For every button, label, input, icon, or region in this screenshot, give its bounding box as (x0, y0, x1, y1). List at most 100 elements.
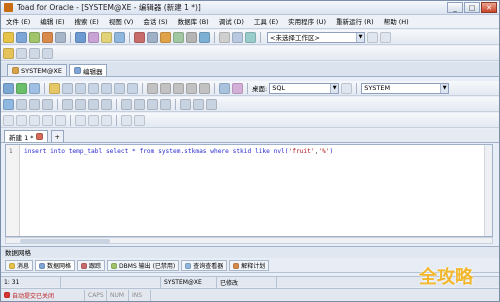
format-icon[interactable] (173, 82, 184, 94)
tab-data-grid[interactable]: 数据网格 (35, 260, 76, 271)
print-icon[interactable] (88, 82, 99, 94)
nav-back-icon[interactable] (16, 47, 27, 59)
upper-case-icon[interactable] (62, 98, 73, 110)
toggle-icon-9[interactable] (121, 114, 132, 126)
find-icon[interactable] (88, 98, 99, 110)
desktop-select[interactable]: SQL ▼ (269, 82, 340, 94)
menu-search[interactable]: 搜索 (E) (70, 15, 104, 29)
desktop-save-icon[interactable] (341, 82, 353, 94)
menu-view[interactable]: 视图 (V) (104, 15, 139, 29)
add-tab-button[interactable]: + (50, 130, 64, 142)
replace-icon[interactable] (101, 98, 112, 110)
toggle-icon-6[interactable] (75, 114, 86, 126)
tune-icon[interactable] (232, 82, 243, 94)
workspace-select[interactable]: <未选择工作区> ▼ (267, 31, 365, 43)
uncomment-icon[interactable] (199, 82, 210, 94)
toggle-icon-7[interactable] (88, 114, 99, 126)
scroll-thumb[interactable] (20, 239, 110, 243)
tab-explain-plan[interactable]: 解释计划 (229, 260, 270, 271)
options-icon[interactable] (219, 31, 230, 43)
bookmark-toggle-icon[interactable] (206, 98, 217, 110)
toggle-icon-10[interactable] (134, 114, 145, 126)
menu-database[interactable]: 数据库 (B) (173, 15, 214, 29)
import-icon[interactable] (173, 31, 184, 43)
grid-icon[interactable] (75, 31, 86, 43)
schema-browser-icon[interactable] (16, 31, 27, 43)
export-icon[interactable] (160, 31, 171, 43)
sql-editor[interactable]: 1 insert into temp_tabl select * from sy… (5, 144, 493, 237)
toggle-icon-8[interactable] (101, 114, 112, 126)
snippet-icon[interactable] (147, 98, 158, 110)
pin-icon[interactable] (380, 31, 391, 43)
new-tab-icon[interactable] (3, 98, 14, 110)
tab-trace[interactable]: 跟踪 (77, 260, 106, 271)
copy-icon[interactable] (114, 82, 125, 94)
goto-icon[interactable] (160, 98, 171, 110)
tab-dbms-output[interactable]: DBMS 输出 (已禁用) (107, 260, 180, 271)
workspace-menu-icon[interactable] (367, 31, 378, 43)
menu-utilities[interactable]: 实用程序 (U) (283, 15, 331, 29)
menu-tools[interactable]: 工具 (E) (249, 15, 283, 29)
unfold-icon[interactable] (193, 98, 204, 110)
toggle-icon-2[interactable] (16, 114, 27, 126)
reports-icon[interactable] (88, 31, 99, 43)
close-tab-icon[interactable] (16, 98, 27, 110)
vertical-scrollbar[interactable] (484, 145, 492, 236)
close-tab-icon[interactable] (35, 133, 43, 140)
monitor-icon[interactable] (114, 31, 125, 43)
nav-forward-icon[interactable] (29, 47, 40, 59)
menu-help[interactable]: 帮助 (H) (379, 15, 414, 29)
menu-session[interactable]: 会话 (S) (138, 15, 172, 29)
tab-new-1[interactable]: 新建 1 * (4, 130, 48, 142)
toggle-icon-5[interactable] (55, 114, 66, 126)
undo-icon[interactable] (147, 82, 158, 94)
fold-icon[interactable] (180, 98, 191, 110)
lower-case-icon[interactable] (75, 98, 86, 110)
help-icon[interactable] (232, 31, 243, 43)
refresh-icon[interactable] (245, 31, 256, 43)
session-icon[interactable] (55, 31, 66, 43)
template-icon[interactable] (134, 98, 145, 110)
schema-select[interactable]: SYSTEM ▼ (361, 82, 450, 94)
horizontal-scrollbar[interactable] (5, 237, 493, 244)
tab-messages[interactable]: 消息 (5, 260, 34, 271)
maximize-button[interactable]: □ (464, 2, 480, 13)
run-step-icon[interactable] (29, 82, 40, 94)
new-connection-icon[interactable] (3, 31, 14, 43)
run-script-icon[interactable] (16, 82, 27, 94)
comment-icon[interactable] (186, 82, 197, 94)
menu-edit[interactable]: 编辑 (E) (35, 15, 69, 29)
tab-query-viewer[interactable]: 查询查看器 (181, 260, 228, 271)
save-icon[interactable] (62, 82, 73, 94)
compare-icon[interactable] (186, 31, 197, 43)
toggle-icon-4[interactable] (42, 114, 53, 126)
tab-connection[interactable]: SYSTEM@XE (7, 64, 67, 76)
minimize-button[interactable]: _ (447, 2, 463, 13)
macro-icon[interactable] (121, 98, 132, 110)
save-as-icon[interactable] (75, 82, 86, 94)
menu-debug[interactable]: 调试 (D) (214, 15, 249, 29)
window-icon[interactable] (147, 31, 158, 43)
menu-rerun[interactable]: 重新运行 (R) (331, 15, 379, 29)
menu-file[interactable]: 文件 (E) (1, 15, 35, 29)
sql-icon[interactable] (42, 31, 53, 43)
editor-icon[interactable] (29, 31, 40, 43)
open-file-icon[interactable] (49, 82, 60, 94)
outdent-icon[interactable] (42, 98, 53, 110)
tab-editor[interactable]: 编辑器 (68, 64, 108, 76)
toggle-icon-3[interactable] (29, 114, 40, 126)
tools-icon[interactable] (134, 31, 145, 43)
history-icon[interactable] (42, 47, 53, 59)
bookmark-icon[interactable] (3, 47, 14, 59)
settings-icon[interactable] (199, 31, 210, 43)
redo-icon[interactable] (160, 82, 171, 94)
folder-icon[interactable] (101, 31, 112, 43)
close-button[interactable]: ✕ (481, 2, 497, 13)
trace-icon (81, 262, 88, 269)
toggle-icon-1[interactable] (3, 114, 14, 126)
indent-icon[interactable] (29, 98, 40, 110)
paste-icon[interactable] (127, 82, 138, 94)
cut-icon[interactable] (101, 82, 112, 94)
explain-icon[interactable] (219, 82, 230, 94)
execute-icon[interactable] (3, 82, 14, 94)
